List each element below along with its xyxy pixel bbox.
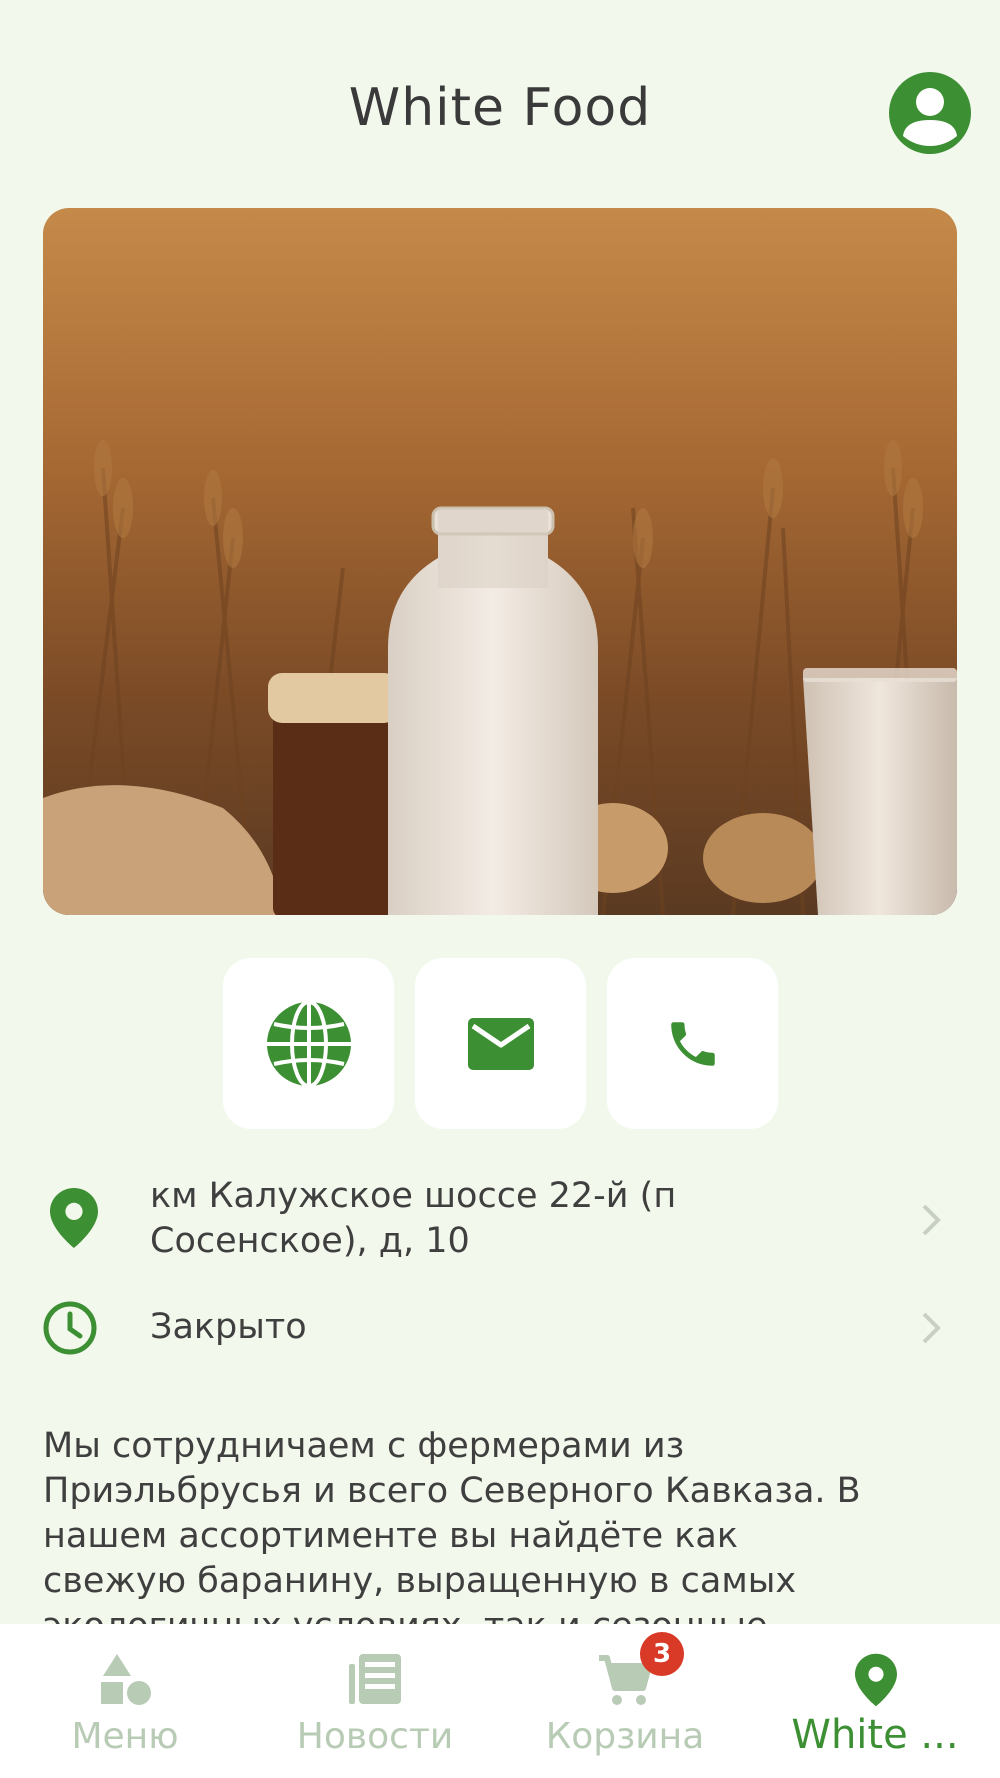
description-line: Мы сотрудничаем с фермерами из bbox=[43, 1426, 685, 1466]
chevron-right-icon bbox=[922, 1312, 941, 1344]
hero-image bbox=[43, 208, 957, 915]
clock-icon bbox=[43, 1301, 97, 1355]
phone-button[interactable] bbox=[607, 958, 778, 1129]
description-line: Приэльбрусья и всего Северного Кавказа. … bbox=[43, 1471, 861, 1511]
address-line-2: Сосенское), д, 10 bbox=[150, 1221, 470, 1261]
address-row[interactable]: км Калужское шоссе 22-й (п Сосенское), д… bbox=[0, 1170, 1000, 1270]
nav-item-cart[interactable]: 3 Корзина bbox=[500, 1624, 750, 1778]
description-line: нашем ассортименте вы найдёте как bbox=[43, 1516, 738, 1556]
nav-label-store: White ... bbox=[791, 1712, 959, 1758]
milk-bottle-photo bbox=[43, 208, 957, 915]
cart-badge: 3 bbox=[640, 1632, 684, 1676]
phone-icon bbox=[670, 1021, 715, 1066]
address-text: км Калужское шоссе 22-й (п Сосенское), д… bbox=[150, 1174, 770, 1264]
bottom-nav: Меню Новости 3 Корзина White ... bbox=[0, 1624, 1000, 1778]
location-pin-icon bbox=[855, 1653, 897, 1707]
page-title: White Food bbox=[348, 78, 652, 138]
nav-label-cart: Корзина bbox=[545, 1716, 705, 1757]
email-button[interactable] bbox=[415, 958, 586, 1129]
nav-item-news[interactable]: Новости bbox=[250, 1624, 500, 1778]
chevron-right-icon bbox=[922, 1204, 941, 1236]
description-line: свежую баранину, выращенную в самых bbox=[43, 1561, 797, 1601]
header: White Food bbox=[0, 0, 1000, 200]
hours-text: Закрыто bbox=[150, 1307, 307, 1347]
nav-label-news: Новости bbox=[296, 1716, 454, 1757]
website-button[interactable] bbox=[223, 958, 394, 1129]
hours-row[interactable]: Закрыто bbox=[0, 1298, 1000, 1358]
profile-button[interactable] bbox=[889, 72, 971, 154]
mail-icon bbox=[467, 1017, 534, 1070]
nav-item-menu[interactable]: Меню bbox=[0, 1624, 250, 1778]
newspaper-icon bbox=[349, 1654, 401, 1704]
description-text: Мы сотрудничаем с фермерами из Приэльбру… bbox=[43, 1424, 963, 1649]
globe-icon bbox=[266, 999, 351, 1088]
nav-item-store[interactable]: White ... bbox=[750, 1624, 1000, 1778]
account-circle-icon bbox=[903, 88, 957, 146]
app-screen: White Food км Калужское шоссе 22-й (п Со… bbox=[0, 0, 1000, 1778]
address-line-1: км Калужское шоссе 22-й (п bbox=[150, 1176, 677, 1216]
shapes-icon bbox=[101, 1654, 151, 1705]
location-pin-icon bbox=[50, 1188, 98, 1248]
nav-label-menu: Меню bbox=[71, 1716, 179, 1757]
